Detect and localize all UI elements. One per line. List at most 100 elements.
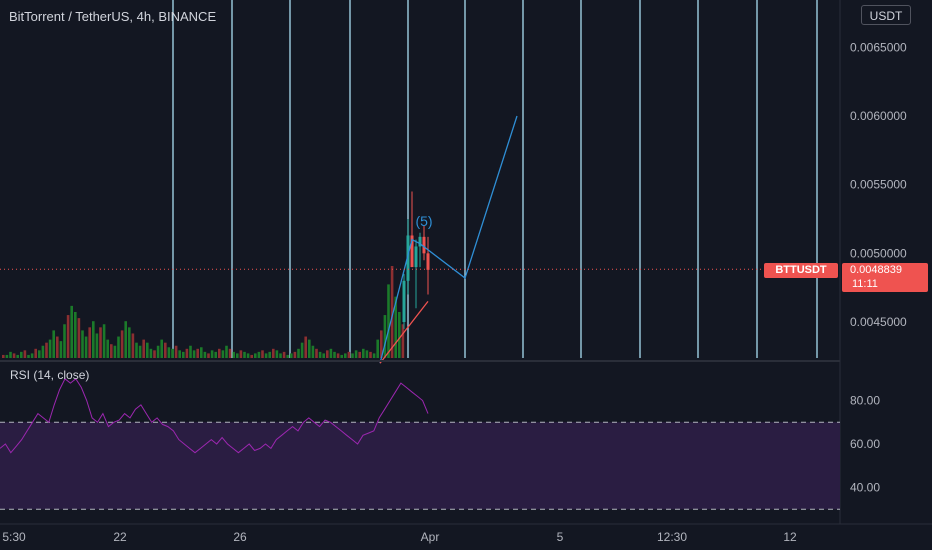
volume-bar (272, 348, 275, 358)
volume-bar (34, 348, 37, 358)
volume-bar (189, 345, 192, 358)
volume-bar (297, 348, 300, 358)
volume-bar (218, 348, 221, 358)
volume-bar (41, 345, 45, 358)
volume-bar (304, 336, 307, 358)
volume-bar (279, 353, 282, 358)
price-tick-label: 0.0060000 (850, 109, 907, 123)
volume-bar (174, 345, 178, 358)
volume-bar (336, 353, 340, 358)
time-tick-label: 22 (113, 530, 127, 544)
volume-bar (326, 350, 329, 358)
volume-bar (200, 347, 203, 358)
volume-bar (84, 336, 88, 358)
volume-bar (225, 345, 228, 358)
volume-bar (120, 330, 124, 358)
volume-bar (311, 345, 315, 358)
candle-body (426, 253, 430, 270)
volume-bar (236, 353, 239, 358)
volume-bar (214, 351, 217, 358)
price-tick-label: 0.0065000 (850, 40, 907, 54)
last-price-value: 0.0048839 (850, 264, 902, 276)
volume-bar (203, 351, 207, 358)
volume-bar (333, 351, 336, 358)
volume-bar (106, 339, 109, 358)
volume-bar (221, 350, 225, 358)
volume-bar (12, 353, 16, 358)
volume-bar (268, 351, 271, 358)
price-tick-label: 0.0045000 (850, 315, 907, 329)
volume-bar (362, 348, 365, 358)
volume-bar (322, 353, 325, 358)
volume-bar (27, 354, 30, 358)
volume-bar (185, 348, 189, 358)
volume-bar (351, 353, 354, 358)
volume-bar (110, 344, 113, 358)
volume-bar (182, 351, 185, 358)
volume-bar (171, 348, 174, 358)
candle-body (414, 246, 418, 268)
volume-bar (2, 354, 5, 358)
volume-bar (16, 354, 19, 358)
volume-bar (318, 351, 322, 358)
volume-bar (250, 354, 253, 358)
volume-bar (88, 327, 91, 358)
last-price-tag: 0.0048839 11:11 (842, 263, 928, 292)
volume-bar (257, 351, 261, 358)
volume-bar (315, 348, 318, 358)
volume-bar (56, 336, 59, 358)
volume-bar (149, 348, 153, 358)
volume-bar (340, 354, 343, 358)
volume-bar (372, 353, 376, 358)
volume-bar (135, 342, 138, 358)
candle-body (422, 236, 426, 254)
rsi-tick-label: 40.00 (850, 481, 880, 495)
volume-bar (282, 351, 286, 358)
time-tick-label: 12 (783, 530, 797, 544)
volume-bar (365, 350, 369, 358)
volume-bars (2, 266, 405, 358)
volume-bar (286, 354, 289, 358)
volume-bar (5, 354, 9, 358)
volume-bar (308, 339, 311, 358)
wave-label: (5) (415, 213, 432, 229)
volume-bar (232, 351, 235, 358)
volume-bar (102, 324, 106, 358)
volume-bar (92, 321, 95, 358)
volume-bar (243, 351, 246, 358)
volume-bar (293, 351, 297, 358)
volume-bar (347, 351, 351, 358)
volume-bar (52, 330, 55, 358)
volume-bar (9, 351, 12, 358)
volume-bar (77, 318, 81, 358)
volume-bar (124, 321, 127, 358)
volume-bar (63, 324, 66, 358)
time-tick-label: Apr (421, 530, 440, 544)
volume-bar (113, 345, 117, 358)
volume-bar (153, 350, 156, 358)
rsi-tick-label: 60.00 (850, 437, 880, 451)
volume-bar (300, 342, 304, 358)
volume-bar (95, 333, 99, 358)
volume-bar (401, 324, 405, 358)
volume-bar (207, 353, 210, 358)
currency-button[interactable]: USDT (861, 5, 911, 25)
volume-bar (228, 348, 232, 358)
volume-bar (178, 350, 181, 358)
volume-bar (358, 351, 361, 358)
volume-bar (99, 327, 102, 358)
volume-bar (354, 350, 358, 358)
volume-bar (45, 342, 48, 358)
volume-bar (329, 348, 333, 358)
rsi-tick-label: 80.00 (850, 394, 880, 408)
volume-bar (398, 312, 401, 358)
volume-bar (254, 353, 257, 358)
volume-bar (369, 351, 372, 358)
volume-bar (275, 350, 279, 358)
volume-bar (387, 284, 390, 358)
volume-bar (117, 336, 120, 358)
volume-bar (131, 333, 135, 358)
volume-bar (23, 350, 27, 358)
volume-bar (264, 353, 268, 358)
volume-bar (70, 305, 73, 358)
